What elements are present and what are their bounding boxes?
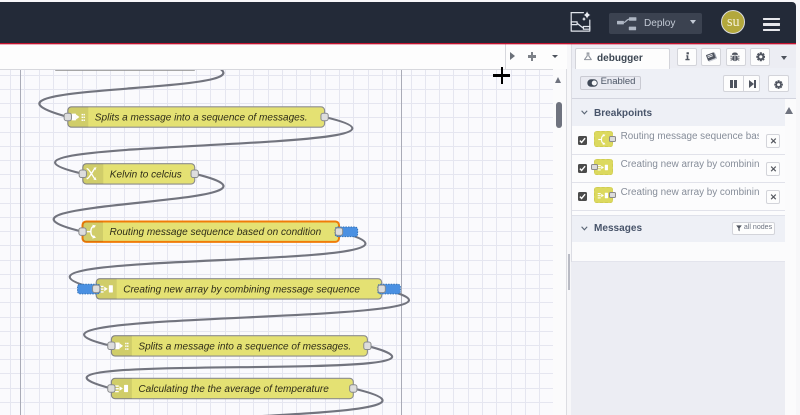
svg-text:Calculating the the average of: Calculating the the average of temperatu…	[138, 384, 329, 395]
svg-text:Creating new array by combinin: Creating new array by combining message …	[123, 284, 360, 295]
svg-text:Splits a message into a sequen: Splits a message into a sequence of mess…	[95, 113, 308, 124]
svg-text:Routing message sequence based: Routing message sequence based on condit…	[110, 227, 322, 238]
svg-text:Splits a message into a sequen: Splits a message into a sequence of mess…	[138, 341, 351, 352]
svg-text:Kelvin to celcius: Kelvin to celcius	[110, 169, 182, 180]
